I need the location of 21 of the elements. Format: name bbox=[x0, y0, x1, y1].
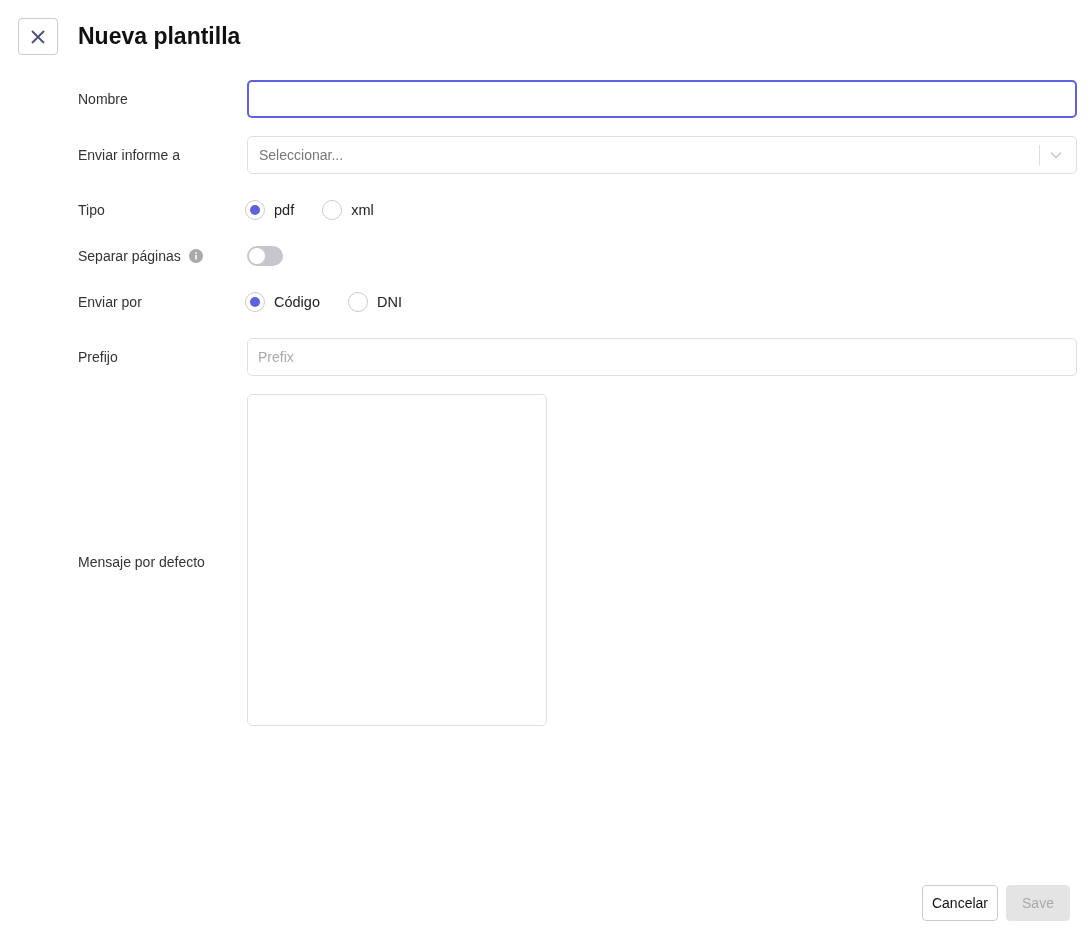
field-label: Mensaje por defecto bbox=[78, 554, 205, 570]
select-placeholder: Seleccionar... bbox=[259, 147, 345, 163]
radio-option[interactable]: xml bbox=[322, 200, 374, 220]
text-field[interactable] bbox=[247, 80, 1077, 118]
radio-option[interactable]: Código bbox=[245, 292, 320, 312]
page-title: Nueva plantilla bbox=[78, 23, 241, 50]
field-label: Enviar por bbox=[78, 294, 142, 310]
close-icon bbox=[30, 28, 46, 45]
toggle-switch[interactable] bbox=[247, 246, 283, 266]
radio-option[interactable]: pdf bbox=[245, 200, 295, 220]
field-label: Prefijo bbox=[78, 349, 118, 365]
info-icon[interactable] bbox=[188, 249, 203, 263]
field-label: Separar páginas bbox=[78, 248, 181, 264]
radio-option[interactable]: DNI bbox=[347, 292, 402, 312]
chevron-down-icon bbox=[1050, 151, 1062, 159]
close-button[interactable] bbox=[18, 18, 58, 55]
footer-button[interactable]: Cancelar bbox=[921, 885, 998, 921]
field-label: Nombre bbox=[78, 91, 128, 107]
field-label: Tipo bbox=[78, 202, 105, 218]
select-dropdown[interactable]: Seleccionar... bbox=[247, 136, 1077, 174]
field-label: Enviar informe a bbox=[78, 147, 180, 163]
